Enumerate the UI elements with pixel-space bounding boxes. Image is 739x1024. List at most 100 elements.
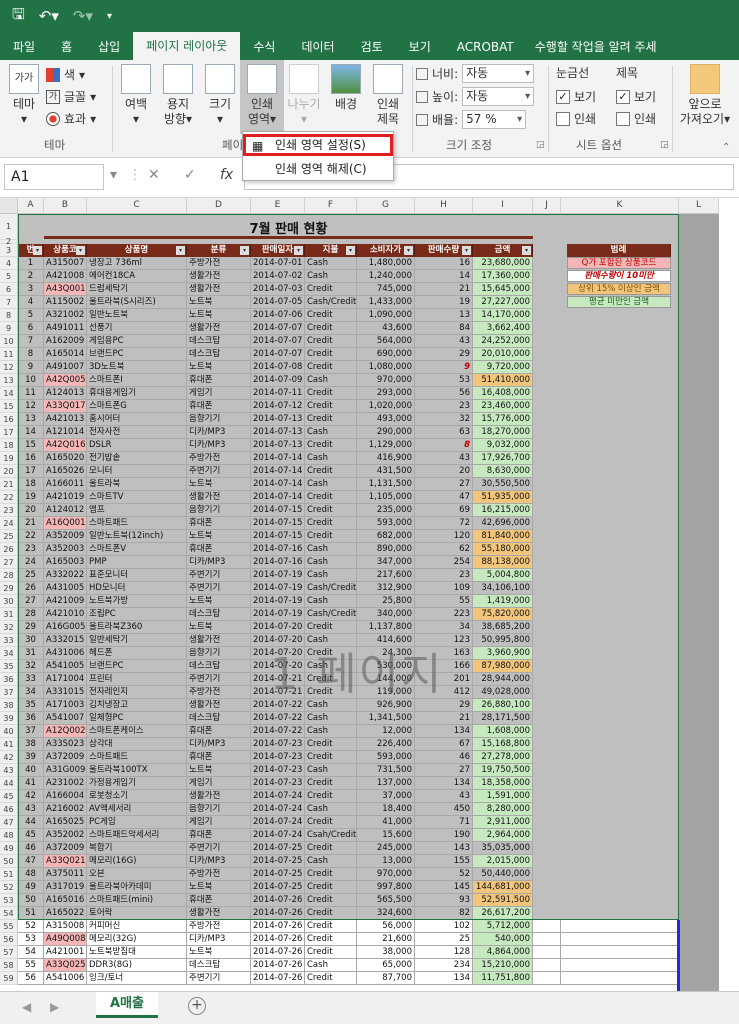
row-header[interactable]: 32 bbox=[0, 621, 18, 634]
print-area-button[interactable]: 인쇄 영역▾ bbox=[240, 60, 284, 134]
table-cell[interactable]: 540,000 bbox=[473, 933, 533, 946]
table-cell[interactable]: 주변기기 bbox=[187, 972, 251, 985]
width-dropdown[interactable]: 자동 bbox=[462, 64, 535, 83]
add-sheet-icon[interactable]: + bbox=[188, 997, 206, 1015]
table-cell[interactable]: A315008 bbox=[44, 920, 87, 933]
table-cell[interactable]: 노트북받침대 bbox=[87, 946, 187, 959]
themes-button[interactable]: 가가 테마 ▾ bbox=[6, 64, 42, 127]
row-header[interactable]: 17 bbox=[0, 426, 18, 439]
table-cell[interactable]: A49Q008 bbox=[44, 933, 87, 946]
table-cell[interactable]: 5,712,000 bbox=[473, 920, 533, 933]
table-cell[interactable]: 128 bbox=[415, 946, 473, 959]
table-cell[interactable]: 4,864,000 bbox=[473, 946, 533, 959]
table-cell[interactable]: Cash bbox=[305, 959, 357, 972]
row-header[interactable]: 5 bbox=[0, 270, 18, 283]
theme-fonts-button[interactable]: 가 글꼴 ▾ bbox=[46, 88, 96, 105]
row-header[interactable]: 9 bbox=[0, 322, 18, 335]
row-header[interactable]: 21 bbox=[0, 478, 18, 491]
column-header[interactable]: L bbox=[679, 198, 719, 214]
table-cell[interactable]: A33Q025 bbox=[44, 959, 87, 972]
row-header[interactable]: 25 bbox=[0, 530, 18, 543]
row-header[interactable]: 29 bbox=[0, 582, 18, 595]
gridlines-view-checkbox[interactable]: 보기 bbox=[556, 88, 596, 105]
row-header[interactable]: 57 bbox=[0, 946, 18, 959]
table-cell[interactable]: Credit bbox=[305, 972, 357, 985]
row-header[interactable]: 35 bbox=[0, 660, 18, 673]
table-cell[interactable]: 11,751,800 bbox=[473, 972, 533, 985]
table-cell[interactable]: 102 bbox=[415, 920, 473, 933]
table-cell[interactable]: 134 bbox=[415, 972, 473, 985]
breaks-button[interactable]: 나누기 ▾ bbox=[284, 64, 324, 127]
row-header[interactable]: 39 bbox=[0, 712, 18, 725]
row-header[interactable]: 23 bbox=[0, 504, 18, 517]
column-header[interactable]: I bbox=[473, 198, 533, 214]
column-header[interactable]: F bbox=[305, 198, 357, 214]
headings-print-checkbox[interactable]: 인쇄 bbox=[616, 110, 656, 127]
print-titles-button[interactable]: 인쇄 제목 bbox=[368, 64, 408, 127]
column-header[interactable]: H bbox=[415, 198, 473, 214]
scale-launcher-icon[interactable]: ◲ bbox=[536, 140, 545, 150]
theme-effects-button[interactable]: 효과 ▾ bbox=[46, 110, 96, 127]
ribbon-tab[interactable]: 삽입 bbox=[85, 34, 133, 60]
row-header[interactable]: 37 bbox=[0, 686, 18, 699]
row-header[interactable]: 55 bbox=[0, 920, 18, 933]
row-header[interactable]: 40 bbox=[0, 725, 18, 738]
row-header[interactable]: 38 bbox=[0, 699, 18, 712]
row-header[interactable]: 54 bbox=[0, 907, 18, 920]
row-header[interactable]: 45 bbox=[0, 790, 18, 803]
table-cell[interactable]: 54 bbox=[18, 946, 44, 959]
table-cell[interactable]: 2014-07-26 bbox=[251, 946, 305, 959]
row-header[interactable]: 13 bbox=[0, 374, 18, 387]
size-button[interactable]: 크기 ▾ bbox=[200, 64, 240, 127]
row-header[interactable]: 19 bbox=[0, 452, 18, 465]
table-cell[interactable]: 56,000 bbox=[357, 920, 415, 933]
table-cell[interactable]: 2014-07-26 bbox=[251, 959, 305, 972]
row-header[interactable]: 28 bbox=[0, 569, 18, 582]
select-all-corner[interactable] bbox=[0, 198, 18, 214]
table-cell[interactable]: 87,700 bbox=[357, 972, 415, 985]
table-cell[interactable]: 53 bbox=[18, 933, 44, 946]
table-cell[interactable] bbox=[533, 920, 561, 933]
table-cell[interactable]: Credit bbox=[305, 933, 357, 946]
ribbon-tab[interactable]: 검토 bbox=[348, 34, 396, 60]
table-cell[interactable] bbox=[561, 959, 679, 972]
table-cell[interactable]: 잉크/토너 bbox=[87, 972, 187, 985]
column-header[interactable]: A bbox=[18, 198, 44, 214]
row-header[interactable]: 20 bbox=[0, 465, 18, 478]
table-cell[interactable]: 2014-07-26 bbox=[251, 920, 305, 933]
background-button[interactable]: 배경 bbox=[326, 64, 366, 112]
table-cell[interactable]: 디카/MP3 bbox=[187, 933, 251, 946]
row-header[interactable]: 41 bbox=[0, 738, 18, 751]
row-header[interactable]: 50 bbox=[0, 855, 18, 868]
column-header[interactable]: J bbox=[533, 198, 561, 214]
table-cell[interactable]: A421001 bbox=[44, 946, 87, 959]
clear-print-area-item[interactable]: 인쇄 영역 해제(C) bbox=[243, 158, 393, 180]
column-header[interactable]: D bbox=[187, 198, 251, 214]
table-cell[interactable]: 노트북 bbox=[187, 946, 251, 959]
sheet-tab-a-sales[interactable]: A매출 bbox=[96, 992, 158, 1018]
row-header[interactable]: 30 bbox=[0, 595, 18, 608]
table-cell[interactable] bbox=[561, 946, 679, 959]
table-cell[interactable]: Credit bbox=[305, 920, 357, 933]
table-cell[interactable] bbox=[533, 959, 561, 972]
margins-button[interactable]: 여백 ▾ bbox=[116, 64, 156, 127]
row-header[interactable]: 22 bbox=[0, 491, 18, 504]
row-header[interactable]: 53 bbox=[0, 894, 18, 907]
table-cell[interactable]: DDR3(8G) bbox=[87, 959, 187, 972]
row-header[interactable]: 56 bbox=[0, 933, 18, 946]
table-cell[interactable] bbox=[533, 933, 561, 946]
orientation-button[interactable]: 용지 방향▾ bbox=[158, 64, 198, 127]
row-header[interactable]: 6 bbox=[0, 283, 18, 296]
name-box[interactable]: A1 bbox=[4, 164, 104, 190]
headings-view-checkbox[interactable]: 보기 bbox=[616, 88, 656, 105]
sheet-options-launcher-icon[interactable]: ◲ bbox=[660, 140, 669, 150]
table-cell[interactable]: 커피머신 bbox=[87, 920, 187, 933]
ribbon-tab[interactable]: 페이지 레이아웃 bbox=[133, 32, 241, 60]
row-header[interactable]: 8 bbox=[0, 309, 18, 322]
table-cell[interactable]: 52 bbox=[18, 920, 44, 933]
ribbon-tab[interactable]: 홈 bbox=[48, 34, 85, 60]
ribbon-tab[interactable]: 수행할 작업을 알려 주세 bbox=[527, 34, 670, 60]
row-header[interactable]: 24 bbox=[0, 517, 18, 530]
column-header[interactable]: E bbox=[251, 198, 305, 214]
ribbon-tab[interactable]: 데이터 bbox=[288, 34, 347, 60]
